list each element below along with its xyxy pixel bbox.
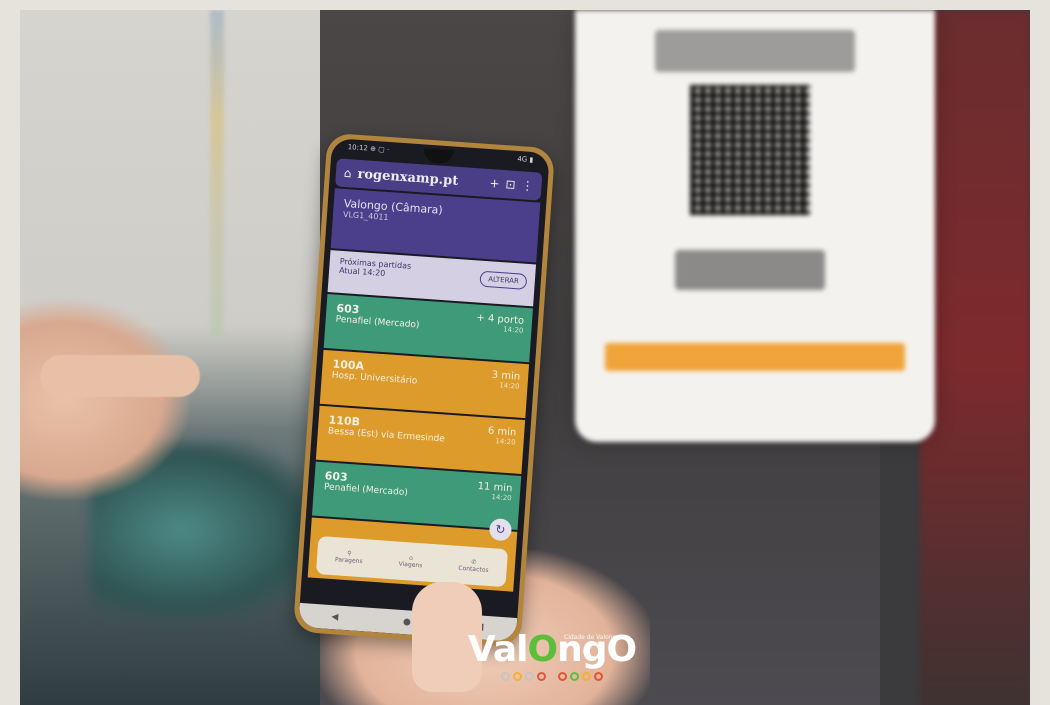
- qr-code: [690, 85, 810, 215]
- home-button-icon[interactable]: ●: [403, 617, 412, 628]
- phone-screen: 10:12 ⊕ ▢ · 4G ▮ ⌂ rogenxamp.pt + ⊡ ⋮ Va…: [298, 137, 550, 643]
- background-strip: [210, 10, 224, 340]
- nav-item-stops[interactable]: ⚲ Paragens: [335, 549, 364, 565]
- eta: + 4 porto 14:20: [476, 312, 525, 335]
- nav-item-trips[interactable]: ⌂ Viagens: [398, 554, 423, 569]
- home-icon[interactable]: ⌂: [343, 166, 352, 180]
- logo-word: ValOngO: [467, 629, 637, 670]
- qr-sign: [575, 10, 935, 442]
- pointing-finger: [40, 355, 200, 397]
- valongo-logo: Cidade de Valongo ValOngO: [452, 630, 652, 700]
- smartphone: 10:12 ⊕ ▢ · 4G ▮ ⌂ rogenxamp.pt + ⊡ ⋮ Va…: [292, 132, 556, 648]
- change-button[interactable]: ALTERAR: [479, 270, 528, 290]
- eta: 6 min 14:20: [487, 425, 517, 447]
- left-hand: [20, 300, 190, 500]
- eta: 11 min 14:20: [477, 480, 513, 503]
- sign-code-blur: [675, 250, 825, 290]
- logo-tagline: Cidade de Valongo: [564, 634, 621, 641]
- tabs-icon[interactable]: ⊡: [505, 177, 516, 192]
- status-left: 10:12 ⊕ ▢ ·: [347, 143, 390, 154]
- photo: 10:12 ⊕ ▢ · 4G ▮ ⌂ rogenxamp.pt + ⊡ ⋮ Va…: [20, 10, 1030, 705]
- sign-orange-bar: [605, 343, 905, 371]
- nav-item-contacts[interactable]: ✆ Contactos: [458, 558, 489, 574]
- background-right: [920, 10, 1030, 705]
- sign-heading-blur: [655, 30, 855, 72]
- logo-dots: [452, 672, 652, 681]
- back-icon[interactable]: ◀: [331, 612, 339, 622]
- menu-icon[interactable]: ⋮: [521, 178, 534, 193]
- status-right: 4G ▮: [517, 154, 534, 165]
- url-text[interactable]: rogenxamp.pt: [357, 166, 484, 190]
- eta: 3 min 14:20: [491, 369, 521, 391]
- plus-icon[interactable]: +: [489, 176, 500, 191]
